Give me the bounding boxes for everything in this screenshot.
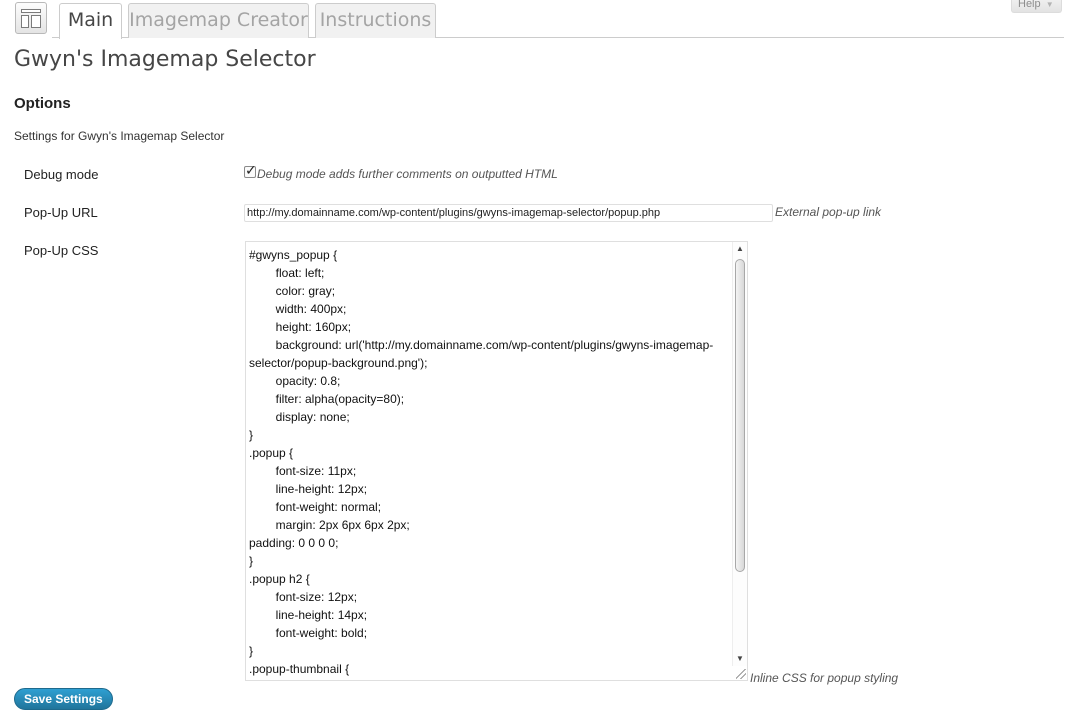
section-title: Options [14, 95, 71, 112]
arrow-down-icon[interactable]: ▼ [733, 652, 747, 666]
css-scrollbar[interactable]: ▲ ▼ [732, 242, 747, 666]
page-title: Gwyn's Imagemap Selector [14, 47, 316, 72]
popup-css-description: Inline CSS for popup styling [750, 671, 899, 685]
popup-url-input[interactable] [244, 204, 773, 222]
debug-mode-description: Debug mode adds further comments on outp… [257, 167, 558, 181]
popup-url-description: External pop-up link [775, 205, 882, 219]
arrow-up-icon[interactable]: ▲ [733, 242, 747, 256]
help-tab[interactable]: Help ▼ [1011, 0, 1062, 13]
popup-css-label: Pop-Up CSS [24, 243, 99, 258]
chevron-down-icon: ▼ [1045, 0, 1054, 9]
scrollbar-thumb[interactable] [735, 259, 745, 572]
debug-mode-label: Debug mode [24, 167, 99, 182]
debug-mode-checkbox[interactable]: ✓ [244, 162, 257, 178]
save-settings-button[interactable]: Save Settings [14, 688, 113, 710]
popup-css-textarea[interactable]: #gwyns_popup { float: left; color: gray;… [245, 241, 748, 681]
tab-instructions[interactable]: Instructions [315, 3, 436, 38]
section-description: Settings for Gwyn's Imagemap Selector [14, 129, 225, 143]
tab-imagemap-creator[interactable]: Imagemap Creator [128, 3, 309, 38]
popup-css-content[interactable]: #gwyns_popup { float: left; color: gray;… [249, 246, 733, 678]
help-label: Help [1018, 0, 1041, 10]
settings-page-icon [15, 2, 47, 34]
resize-handle-icon[interactable] [736, 669, 746, 679]
tab-main[interactable]: Main [59, 3, 122, 39]
check-icon: ✓ [245, 162, 257, 178]
popup-url-label: Pop-Up URL [24, 205, 98, 220]
